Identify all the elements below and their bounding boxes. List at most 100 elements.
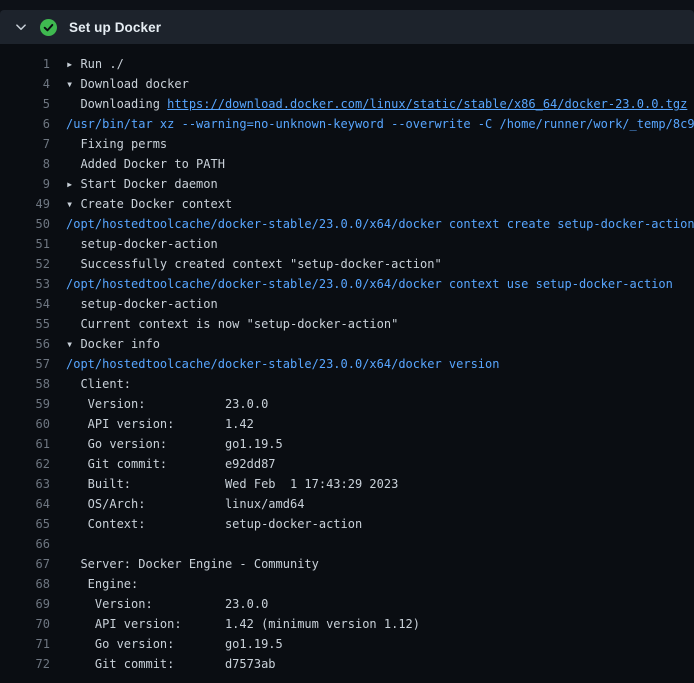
line-number[interactable]: 5 [0, 94, 50, 114]
line-number[interactable]: 65 [0, 514, 50, 534]
line-text: /usr/bin/tar xz --warning=no-unknown-key… [66, 114, 694, 134]
log-group-header-line[interactable]: 9 ▸ Start Docker daemon [0, 174, 694, 194]
line-number[interactable]: 52 [0, 254, 50, 274]
log-line[interactable]: 66 [0, 534, 694, 554]
line-number[interactable]: 58 [0, 374, 50, 394]
line-text: API version: 1.42 (minimum version 1.12) [66, 614, 420, 634]
log-line[interactable]: 63 Built: Wed Feb 1 17:43:29 2023 [0, 474, 694, 494]
log-line[interactable]: 72 Git commit: d7573ab [0, 654, 694, 674]
line-number[interactable]: 62 [0, 454, 50, 474]
log-line[interactable]: 6/usr/bin/tar xz --warning=no-unknown-ke… [0, 114, 694, 134]
group-collapsed-icon[interactable]: ▸ [66, 57, 80, 71]
line-number[interactable]: 71 [0, 634, 50, 654]
log-line[interactable]: 68 Engine: [0, 574, 694, 594]
line-text: Added Docker to PATH [66, 154, 225, 174]
log-line[interactable]: 60 API version: 1.42 [0, 414, 694, 434]
log-plain-text: Fixing perms [66, 137, 167, 151]
line-text: setup-docker-action [66, 234, 218, 254]
log-line[interactable]: 71 Go version: go1.19.5 [0, 634, 694, 654]
line-number[interactable]: 8 [0, 154, 50, 174]
log-line[interactable]: 61 Go version: go1.19.5 [0, 434, 694, 454]
line-number[interactable]: 60 [0, 414, 50, 434]
log-plain-text: Git commit: e92dd87 [66, 457, 276, 471]
log-group-header-line[interactable]: 1 ▸ Run ./ [0, 54, 694, 74]
log-plain-text: Added Docker to PATH [66, 157, 225, 171]
line-number[interactable]: 72 [0, 654, 50, 674]
line-number[interactable]: 61 [0, 434, 50, 454]
line-text: ▸ Start Docker daemon [66, 174, 218, 194]
log-line[interactable]: 70 API version: 1.42 (minimum version 1.… [0, 614, 694, 634]
log-line[interactable]: 55 Current context is now "setup-docker-… [0, 314, 694, 334]
log-line[interactable]: 51 setup-docker-action [0, 234, 694, 254]
line-number[interactable]: 67 [0, 554, 50, 574]
log-group-header-line[interactable]: 56▾ Docker info [0, 334, 694, 354]
log-group-header-line[interactable]: 49 ▾ Create Docker context [0, 194, 694, 214]
log-line[interactable]: 8 Added Docker to PATH [0, 154, 694, 174]
line-number[interactable]: 54 [0, 294, 50, 314]
group-collapsed-icon[interactable]: ▸ [66, 177, 80, 191]
log-plain-text: Run ./ [80, 57, 123, 71]
log-line[interactable]: 59 Version: 23.0.0 [0, 394, 694, 414]
step-header[interactable]: Set up Docker [0, 10, 694, 44]
log-group-header-line[interactable]: 4 ▾ Download docker [0, 74, 694, 94]
line-number[interactable]: 1 [0, 54, 50, 74]
line-number[interactable]: 63 [0, 474, 50, 494]
log-plain-text: Current context is now "setup-docker-act… [66, 317, 398, 331]
line-text: Server: Docker Engine - Community [66, 554, 319, 574]
log-plain-text: API version: 1.42 (minimum version 1.12) [66, 617, 420, 631]
log-command-text: /opt/hostedtoolcache/docker-stable/23.0.… [66, 357, 499, 371]
line-number[interactable]: 50 [0, 214, 50, 234]
line-text: Git commit: d7573ab [66, 654, 276, 674]
log-line[interactable]: 50/opt/hostedtoolcache/docker-stable/23.… [0, 214, 694, 234]
group-expanded-icon[interactable]: ▾ [66, 77, 80, 91]
line-text: OS/Arch: linux/amd64 [66, 494, 304, 514]
log-line[interactable]: 65 Context: setup-docker-action [0, 514, 694, 534]
line-number[interactable]: 64 [0, 494, 50, 514]
line-text: Current context is now "setup-docker-act… [66, 314, 398, 334]
line-text: setup-docker-action [66, 294, 218, 314]
line-number[interactable]: 4 [0, 74, 50, 94]
log-plain-text: API version: 1.42 [66, 417, 254, 431]
line-number[interactable]: 70 [0, 614, 50, 634]
line-number[interactable]: 9 [0, 174, 50, 194]
line-number[interactable]: 57 [0, 354, 50, 374]
line-number[interactable]: 55 [0, 314, 50, 334]
log-link[interactable]: https://download.docker.com/linux/static… [167, 97, 687, 111]
line-number[interactable]: 59 [0, 394, 50, 414]
log-line[interactable]: 57/opt/hostedtoolcache/docker-stable/23.… [0, 354, 694, 374]
log-plain-text: setup-docker-action [66, 297, 218, 311]
log-line[interactable]: 69 Version: 23.0.0 [0, 594, 694, 614]
log-plain-text: Git commit: d7573ab [66, 657, 276, 671]
log-line[interactable]: 64 OS/Arch: linux/amd64 [0, 494, 694, 514]
line-number[interactable]: 6 [0, 114, 50, 134]
line-text: Built: Wed Feb 1 17:43:29 2023 [66, 474, 398, 494]
line-text: ▾ Create Docker context [66, 194, 232, 214]
line-number[interactable]: 53 [0, 274, 50, 294]
group-expanded-icon[interactable]: ▾ [66, 197, 80, 211]
line-number[interactable]: 69 [0, 594, 50, 614]
log-plain-text: OS/Arch: linux/amd64 [66, 497, 304, 511]
log-line[interactable]: 5 Downloading https://download.docker.co… [0, 94, 694, 114]
chevron-down-icon[interactable] [14, 20, 28, 34]
line-number[interactable]: 66 [0, 534, 50, 554]
log-plain-text: Client: [66, 377, 131, 391]
log-plain-text: Download docker [80, 77, 188, 91]
log-line[interactable]: 54 setup-docker-action [0, 294, 694, 314]
line-number[interactable]: 7 [0, 134, 50, 154]
log-line[interactable]: 53/opt/hostedtoolcache/docker-stable/23.… [0, 274, 694, 294]
line-text: Git commit: e92dd87 [66, 454, 276, 474]
log-plain-text: Downloading [66, 97, 167, 111]
log-plain-text: Server: Docker Engine - Community [66, 557, 319, 571]
line-number[interactable]: 49 [0, 194, 50, 214]
line-number[interactable]: 68 [0, 574, 50, 594]
group-expanded-icon[interactable]: ▾ [66, 337, 80, 351]
log-command-text: /usr/bin/tar xz --warning=no-unknown-key… [66, 117, 694, 131]
log-line[interactable]: 58 Client: [0, 374, 694, 394]
log-line[interactable]: 52 Successfully created context "setup-d… [0, 254, 694, 274]
line-number[interactable]: 51 [0, 234, 50, 254]
log-line[interactable]: 7 Fixing perms [0, 134, 694, 154]
line-number[interactable]: 56 [0, 334, 50, 354]
log-line[interactable]: 67 Server: Docker Engine - Community [0, 554, 694, 574]
log-plain-text: Version: 23.0.0 [66, 397, 268, 411]
log-line[interactable]: 62 Git commit: e92dd87 [0, 454, 694, 474]
